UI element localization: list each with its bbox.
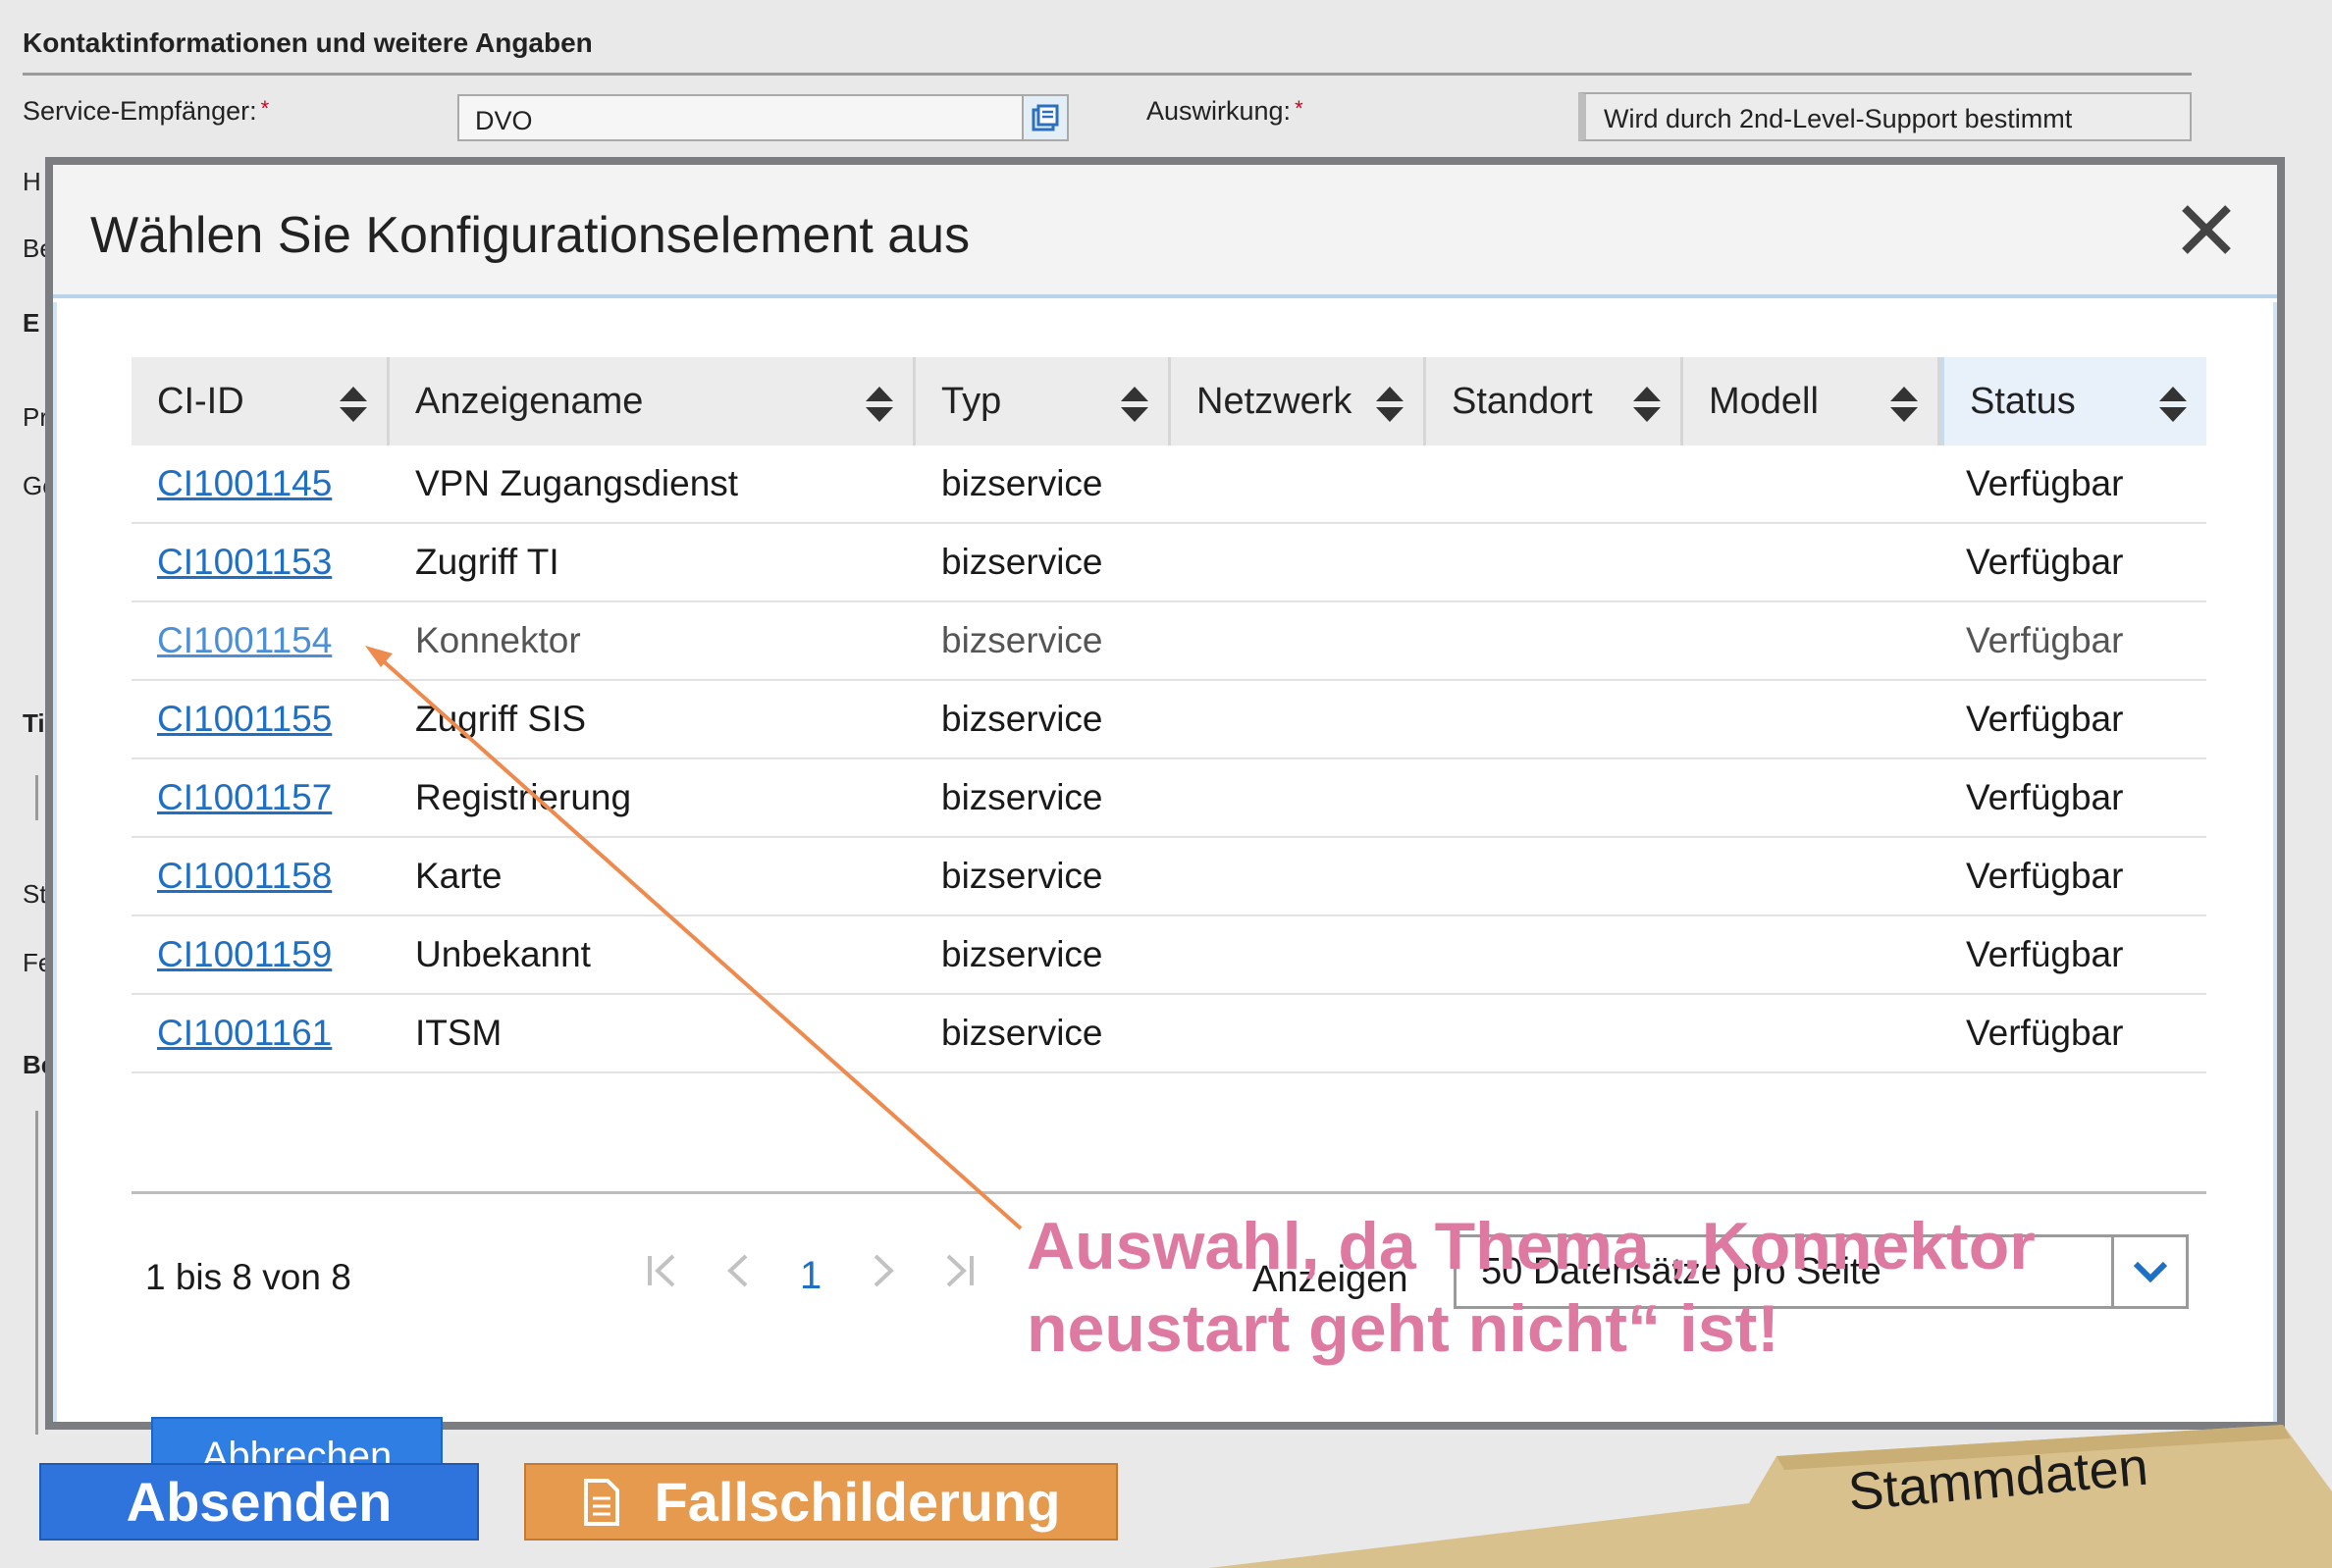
folder-tab[interactable] [0,0,2332,1568]
